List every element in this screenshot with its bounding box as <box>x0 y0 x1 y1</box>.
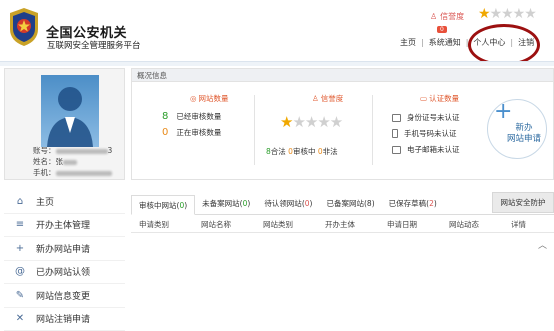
home-icon: ⌂ <box>16 195 24 207</box>
site-subtitle: 互联网安全管理服务平台 <box>47 41 141 51</box>
col-apply-date: 申请日期 <box>387 220 417 229</box>
overview-title: 概况信息 <box>132 69 553 82</box>
phone-icon <box>392 129 398 138</box>
table-header: 申请类别 网站名称 网站类别 开办主体 申请日期 网站动态 详情 <box>131 217 554 233</box>
sidebar-item-claim-site[interactable]: @ 已办网站认领 <box>4 261 125 284</box>
star-icon: ★★★★ <box>489 6 537 22</box>
at-icon: @ <box>15 266 25 278</box>
list-icon: ≡ <box>15 219 25 231</box>
site-security-button[interactable]: 网站安全防护 <box>492 192 554 213</box>
folder-icon: ▭ <box>420 94 428 103</box>
overview-panel: 概况信息 ◎ 网站数量 8 已经审核数量 0 正在审核数量 ♙ 信誉度 ★★★★★ 8合… <box>131 68 554 180</box>
stat-pending: 0 正在审核数量 <box>162 127 222 138</box>
star-icon: ★ <box>280 113 293 131</box>
sidebar-item-change-info[interactable]: ✎ 网站信息变更 <box>4 284 125 308</box>
user-credit-icon: ♙ <box>430 12 438 21</box>
tab-filed[interactable]: 已备案网站(8) <box>319 194 381 214</box>
site-count-title: ◎ 网站数量 <box>190 94 229 103</box>
auth-email: 电子邮箱未认证 <box>392 144 460 155</box>
divider <box>254 95 255 165</box>
credit-rating-label: ♙ 信誉度 <box>430 12 465 21</box>
redacted-value <box>55 170 112 176</box>
user-credit-icon: ♙ <box>312 94 319 103</box>
tab-to-claim[interactable]: 待认领网站(0) <box>257 194 319 214</box>
star-icon: ★ <box>478 6 491 22</box>
profile-card: 账号： 3 姓名：张 手机： <box>4 68 125 180</box>
header: 全国公安机关 互联网安全管理服务平台 ♙ 信誉度 ★★★★★ 0 主页 | 系统… <box>0 0 554 66</box>
avatar <box>41 75 99 147</box>
tab-not-filed[interactable]: 未备案网站(0) <box>195 194 257 214</box>
new-site-apply-button[interactable]: + 新办 网站申请 <box>487 99 547 159</box>
legal-status-line: 8合法 0审核中 0非法 <box>266 147 338 156</box>
col-entity: 开办主体 <box>325 220 355 229</box>
sidebar-item-entity-management[interactable]: ≡ 开办主体管理 <box>4 214 125 237</box>
col-site-activity: 网站动态 <box>449 220 479 229</box>
auth-count-title: ▭ 认证数量 <box>420 94 460 103</box>
close-icon: ✕ <box>15 313 25 325</box>
profile-phone: 手机： <box>33 167 112 178</box>
col-details: 详情 <box>511 220 526 229</box>
sidebar-item-cancel-site[interactable]: ✕ 网站注销申请 <box>4 308 125 331</box>
police-emblem-logo <box>10 8 38 46</box>
plus-icon: + <box>15 242 25 254</box>
star-icon: ★★★★ <box>292 113 343 131</box>
highlight-circle-annotation <box>468 24 540 66</box>
col-site-type: 网站类别 <box>263 220 293 229</box>
tab-reviewing[interactable]: 审核中网站(0) <box>131 195 196 215</box>
stat-filed: 8 已经审核数量 <box>162 111 222 122</box>
profile-name: 姓名：张 <box>33 156 77 167</box>
auth-phone: 手机号码未认证 <box>392 128 457 139</box>
auth-id-card: 身份证号未认证 <box>392 112 460 123</box>
sidebar-item-new-site[interactable]: + 新办网站申请 <box>4 237 125 261</box>
site-status-tabs: 审核中网站(0) 未备案网站(0) 待认领网站(0) 已备案网站(8) 已保存草… <box>131 193 554 215</box>
notification-badge: 0 <box>437 26 447 33</box>
divider <box>372 95 373 165</box>
redacted-value <box>63 159 77 165</box>
tab-drafts[interactable]: 已保存草稿(2) <box>382 194 444 214</box>
nav-separator: | <box>421 38 424 47</box>
sidebar-menu: ⌂ 主页 ≡ 开办主体管理 + 新办网站申请 @ 已办网站认领 ✎ 网站信息变更 ✕ 网站注… <box>4 190 125 331</box>
header-divider <box>0 61 554 66</box>
col-apply-type: 申请类别 <box>139 220 169 229</box>
target-icon: ◎ <box>190 94 197 103</box>
nav-notifications-link[interactable]: 系统通知 <box>429 37 461 48</box>
id-card-icon <box>392 113 401 122</box>
mail-icon <box>392 145 401 154</box>
edit-icon: ✎ <box>15 289 25 301</box>
user-silhouette-icon <box>47 87 93 147</box>
credit-title: ♙ 信誉度 <box>312 94 344 103</box>
redacted-value <box>55 148 108 154</box>
sidebar-item-home[interactable]: ⌂ 主页 <box>4 190 125 214</box>
nav-home-link[interactable]: 主页 <box>400 37 416 48</box>
scroll-up-icon[interactable]: ︿ <box>538 238 547 251</box>
credit-stars: ★★★★★ <box>280 113 343 131</box>
col-site-name: 网站名称 <box>201 220 231 229</box>
profile-account: 账号： 3 <box>33 146 113 155</box>
credit-stars: ★★★★★ <box>478 6 537 22</box>
plus-icon: + <box>494 99 513 124</box>
